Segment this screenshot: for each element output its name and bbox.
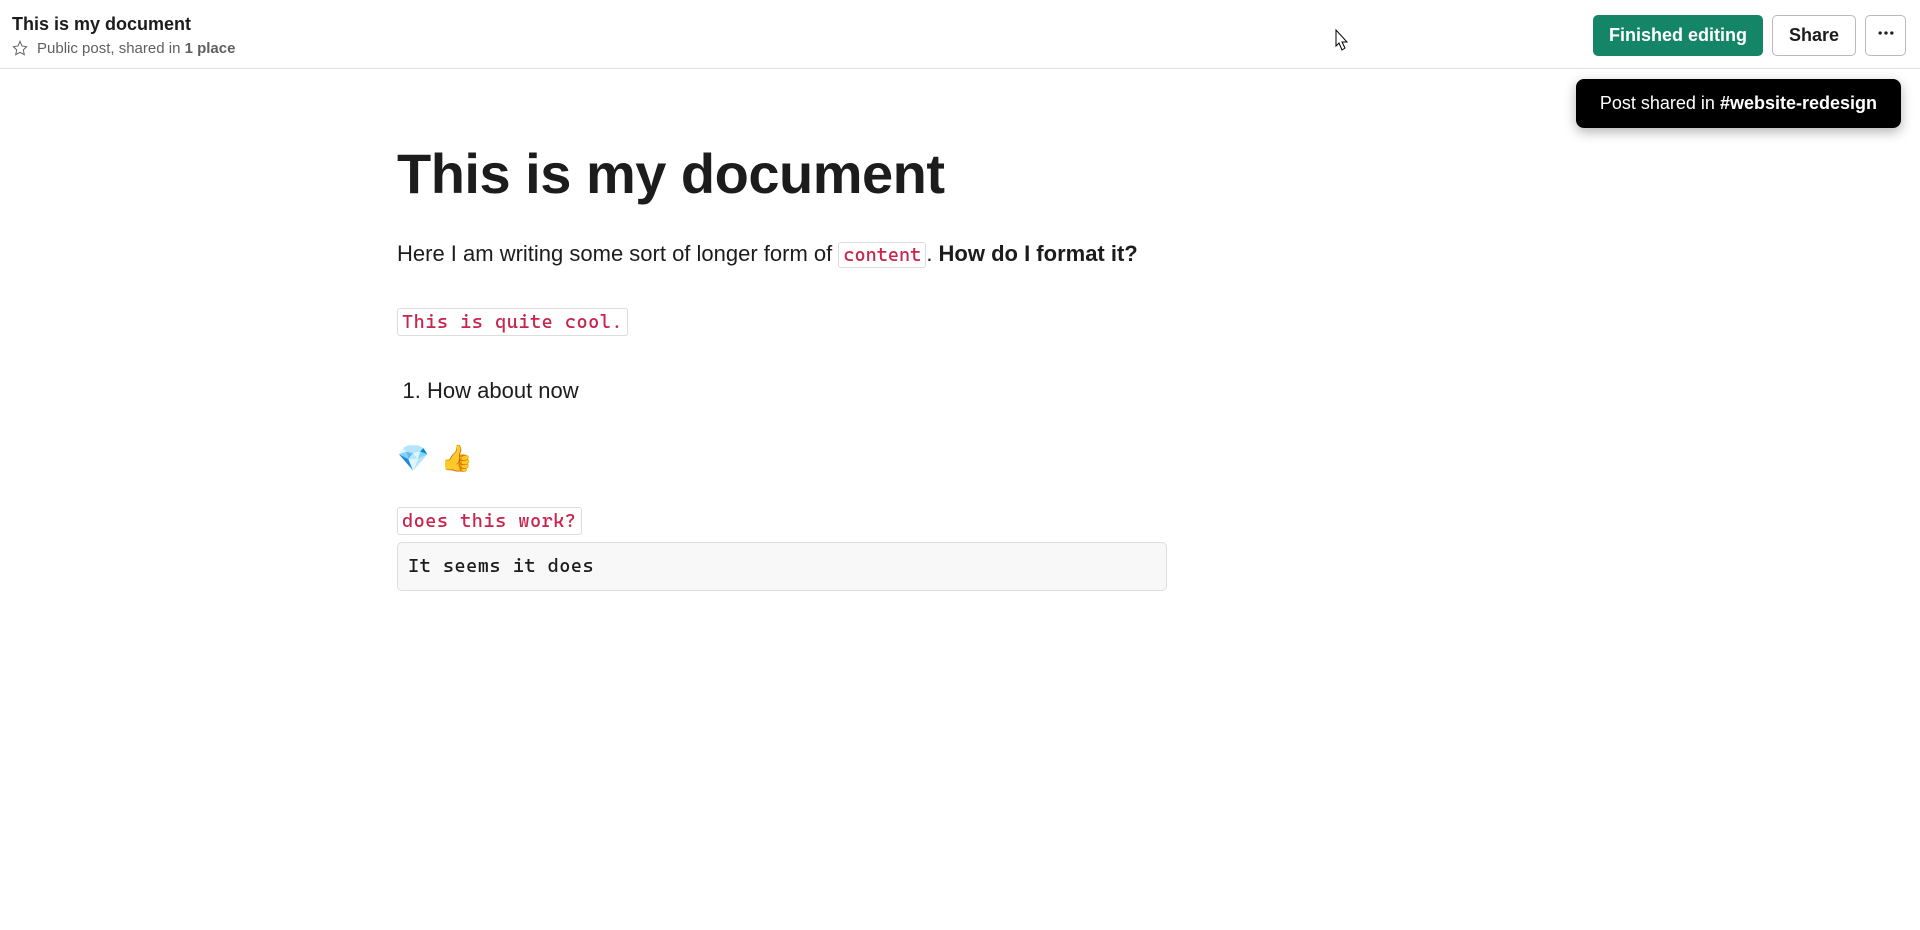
para-bold: How do I format it? (939, 241, 1138, 266)
share-tooltip: Post shared in #website-redesign (1576, 79, 1901, 128)
meta-prefix: Public post, shared in (37, 40, 185, 57)
document-meta: Public post, shared in 1 place (12, 40, 235, 57)
document-header: This is my document Public post, shared … (0, 0, 1920, 69)
code-label[interactable]: does this work? (397, 507, 582, 535)
list-item[interactable]: How about now (427, 374, 1167, 407)
header-right: Finished editing Share Post shared in #w… (1593, 15, 1906, 56)
meta-place-count: 1 place (185, 40, 236, 57)
emoji-row[interactable]: 💎 👍 (397, 445, 1167, 471)
tooltip-prefix: Post shared in (1600, 93, 1720, 113)
code-standalone[interactable]: This is quite cool. (397, 308, 628, 336)
document-meta-text[interactable]: Public post, shared in 1 place (37, 40, 235, 57)
star-icon[interactable] (12, 40, 28, 56)
thumbs-up-emoji-icon: 👍 (441, 443, 475, 473)
gem-emoji-icon: 💎 (397, 443, 431, 473)
more-actions-button[interactable] (1865, 15, 1906, 56)
finished-editing-button[interactable]: Finished editing (1593, 15, 1763, 56)
header-left: This is my document Public post, shared … (12, 13, 235, 56)
ordered-list[interactable]: How about now (397, 374, 1167, 407)
para-prefix: Here I am writing some sort of longer fo… (397, 241, 838, 266)
share-button[interactable]: Share (1772, 15, 1856, 56)
code-block[interactable]: It seems it does (397, 542, 1167, 591)
document-title: This is my document (12, 13, 235, 36)
dots-horizontal-icon (1876, 23, 1896, 48)
tooltip-channel: #website-redesign (1720, 93, 1877, 113)
document-body[interactable]: This is my document Here I am writing so… (397, 69, 1167, 591)
para-mid: . (926, 241, 938, 266)
inline-code: content (838, 242, 926, 268)
paragraph-1[interactable]: Here I am writing some sort of longer fo… (397, 237, 1167, 270)
page-title[interactable]: This is my document (397, 139, 1167, 209)
